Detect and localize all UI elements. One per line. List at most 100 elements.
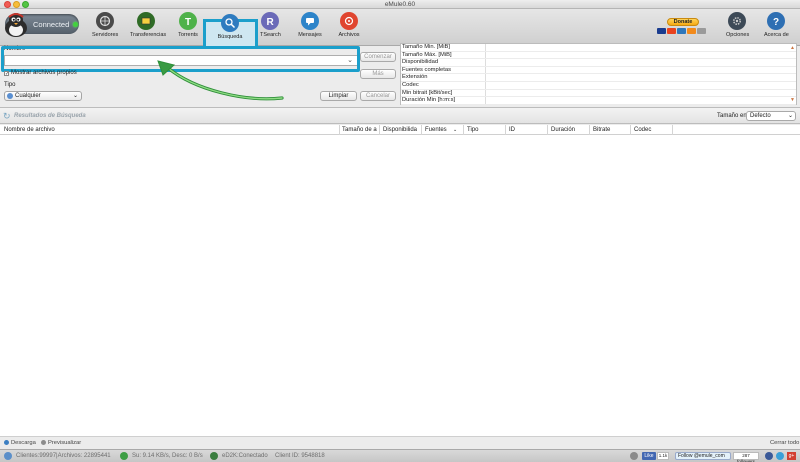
refresh-icon[interactable]: ↻ <box>3 111 11 122</box>
type-value: Cualquier <box>15 93 41 99</box>
toolbar-transfers-label: Transferencias <box>130 32 167 38</box>
checkbox-box[interactable]: ✓ <box>4 71 9 77</box>
chevron-down-icon: ⌄ <box>787 113 793 119</box>
visa-icon <box>657 28 666 34</box>
help-icon: ? <box>767 12 785 30</box>
sound-icon <box>630 452 638 460</box>
connection-label: Connected <box>33 20 70 29</box>
servers-icon <box>96 12 114 30</box>
connection-status-pill[interactable]: Connected <box>5 13 79 37</box>
column-header-type[interactable]: Tipo <box>467 127 478 133</box>
results-title: Resultados de Búsqueda <box>14 113 86 119</box>
connection-indicator-icon <box>73 22 78 27</box>
facebook-like-button[interactable]: Like <box>642 452 656 460</box>
sort-desc-icon: ⌄ <box>453 127 458 133</box>
clear-button[interactable]: Limpiar <box>320 91 357 101</box>
search-icon <box>221 14 239 32</box>
type-label: Tipo <box>4 82 16 88</box>
toolbar-torrents-button[interactable]: T Torrents <box>176 12 200 44</box>
download-label: Descarga <box>11 440 36 446</box>
toolbar-files-label: Archivos <box>338 32 360 38</box>
results-table-body[interactable] <box>0 135 800 436</box>
svg-text:R: R <box>267 17 275 27</box>
size-unit-select[interactable]: Defecto ⌄ <box>746 111 796 121</box>
torrent-icon: T <box>179 12 197 30</box>
property-row[interactable]: Codec <box>401 81 796 90</box>
own-files-checkbox[interactable]: ✓ Mostrar archivos propios <box>4 70 77 77</box>
property-row[interactable]: Tamaño Min. [MiB] <box>401 44 796 52</box>
column-header-sources[interactable]: Fuentes <box>425 127 447 133</box>
column-header-filename[interactable]: Nombre de archivo <box>4 127 55 133</box>
property-row[interactable]: Tamaño Máx. [MiB] <box>401 51 796 60</box>
scroll-down-icon[interactable]: ▼ <box>790 97 795 103</box>
network-icon <box>210 452 218 460</box>
bottom-action-bar: Descarga Previsualizar Cerrar todo <box>0 436 800 449</box>
donate-button[interactable]: Donate <box>667 18 699 26</box>
download-action[interactable]: Descarga <box>4 440 36 446</box>
amex-icon <box>677 28 686 34</box>
toolbar-servers-button[interactable]: Servidores <box>92 12 118 44</box>
toolbar-about-label: Acerca de <box>764 32 789 38</box>
client-id-status: Client ID: 9548818 <box>275 453 325 459</box>
svg-text:?: ? <box>773 17 779 27</box>
preview-icon <box>41 440 46 445</box>
payment-cards <box>657 28 706 34</box>
column-header-size[interactable]: Tamaño de a <box>342 127 377 133</box>
window-title: eMule0.60 <box>384 1 416 8</box>
toolbar-messages-button[interactable]: Mensajes <box>298 12 322 44</box>
property-row[interactable]: Min bitrait [kBit/sec] <box>401 89 796 98</box>
messages-icon <box>301 12 319 30</box>
size-in-label: Tamaño en <box>717 113 747 119</box>
results-table-header: Nombre de archivo Tamaño de a Disponibil… <box>0 125 800 135</box>
speed-icon <box>120 452 128 460</box>
preview-action[interactable]: Previsualizar <box>41 440 81 446</box>
close-all-button[interactable]: Cerrar todo <box>770 440 799 446</box>
toolbar-options-label: Opciones <box>726 32 750 38</box>
property-row[interactable]: Fuentes completas <box>401 66 796 75</box>
start-button[interactable]: Comenzar <box>360 52 396 62</box>
toolbar-options-button[interactable]: Opciones <box>726 12 750 44</box>
property-row[interactable]: Disponibilidad <box>401 59 796 67</box>
twitter-icon[interactable] <box>776 452 784 460</box>
more-button[interactable]: Más <box>360 69 396 79</box>
status-bar: Clientes:99997|Archivos: 22895441 Su: 9.… <box>0 449 800 462</box>
clients-status: Clientes:99997|Archivos: 22895441 <box>16 453 111 459</box>
search-properties-list[interactable]: Tamaño Min. [MiB] Tamaño Máx. [MiB] Disp… <box>400 43 797 105</box>
tsearch-icon: R <box>261 12 279 30</box>
property-row[interactable]: Duración Min [h:m:s] <box>401 97 796 105</box>
property-row[interactable]: Extensión <box>401 74 796 82</box>
svg-text:T: T <box>185 17 191 27</box>
type-select[interactable]: Cualquier ⌄ <box>4 91 82 101</box>
cancel-button[interactable]: Cancelar <box>360 91 396 101</box>
twitter-follow-button[interactable]: Follow @emule_com <box>675 452 731 460</box>
column-header-availability[interactable]: Disponibilida <box>383 127 417 133</box>
emule-window: eMule0.60 Connected Servidores Transfere… <box>0 0 800 462</box>
transfers-icon <box>137 12 155 30</box>
main-toolbar: Connected Servidores Transferencias T To… <box>0 9 800 55</box>
preview-label: Previsualizar <box>48 440 82 446</box>
toolbar-tsearch-button[interactable]: R TSearch <box>260 12 281 44</box>
bank-icon <box>697 28 706 34</box>
google-plus-icon[interactable]: g+ <box>787 452 796 460</box>
column-header-duration[interactable]: Duración <box>551 127 575 133</box>
column-header-id[interactable]: ID <box>509 127 515 133</box>
toolbar-tsearch-label: TSearch <box>260 32 281 38</box>
toolbar-torrents-label: Torrents <box>178 32 198 38</box>
toolbar-files-button[interactable]: Archivos <box>338 12 360 44</box>
size-unit-value: Defecto <box>750 113 771 119</box>
own-files-label: Mostrar archivos propios <box>11 70 77 76</box>
scroll-up-icon[interactable]: ▲ <box>790 45 795 51</box>
toolbar-servers-label: Servidores <box>92 32 119 38</box>
toolbar-messages-label: Mensajes <box>298 32 322 38</box>
toolbar-about-button[interactable]: ? Acerca de <box>764 12 789 44</box>
type-globe-icon <box>7 93 13 99</box>
column-header-bitrate[interactable]: Bitrate <box>593 127 610 133</box>
users-icon <box>4 452 12 460</box>
gear-icon <box>728 12 746 30</box>
annotation-arrow-icon <box>157 60 284 101</box>
column-header-codec[interactable]: Codec <box>634 127 651 133</box>
facebook-icon[interactable] <box>765 452 773 460</box>
toolbar-search-button[interactable]: Búsqueda <box>216 14 244 46</box>
results-bar: ↻ Resultados de Búsqueda Tamaño en Defec… <box>0 107 800 124</box>
toolbar-transfers-button[interactable]: Transferencias <box>130 12 167 44</box>
